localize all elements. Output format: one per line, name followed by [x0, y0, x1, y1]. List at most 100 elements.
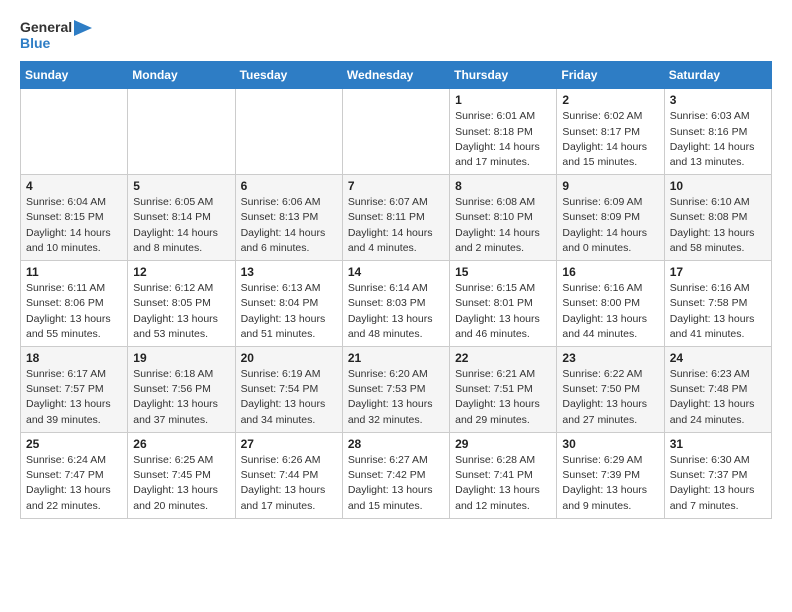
calendar-cell: 22Sunrise: 6:21 AM Sunset: 7:51 PM Dayli… [450, 347, 557, 433]
day-info: Sunrise: 6:08 AM Sunset: 8:10 PM Dayligh… [455, 195, 551, 256]
calendar-cell: 27 Sunrise: 6:26 AM Sunset: 7:44 PM Dayli… [235, 432, 342, 518]
day-info: Sunrise: 6:12 AM Sunset: 8:05 PM Dayligh… [133, 281, 229, 342]
header: General Blue [20, 16, 772, 51]
day-number: 16 [562, 265, 658, 279]
day-info: Sunrise: 6:09 AM Sunset: 8:09 PM Dayligh… [562, 195, 658, 256]
calendar-cell: 7 Sunrise: 6:07 AM Sunset: 8:11 PM Daylig… [342, 175, 449, 261]
calendar-cell: 4 Sunrise: 6:04 AM Sunset: 8:15 PM Daylig… [21, 175, 128, 261]
calendar-week-row: 25Sunrise: 6:24 AM Sunset: 7:47 PM Dayli… [21, 432, 772, 518]
calendar-cell [235, 89, 342, 175]
day-info: Sunrise: 6:15 AM Sunset: 8:01 PM Dayligh… [455, 281, 551, 342]
logo-container: General Blue [20, 20, 92, 51]
calendar-cell: 16 Sunrise: 6:16 AM Sunset: 8:00 PM Dayli… [557, 261, 664, 347]
day-info: Sunrise: 6:16 AM Sunset: 8:00 PM Dayligh… [562, 281, 658, 342]
calendar-header-monday: Monday [128, 62, 235, 89]
calendar-cell [128, 89, 235, 175]
day-number: 9 [562, 179, 658, 193]
day-number: 3 [670, 93, 766, 107]
day-info: Sunrise: 6:25 AM Sunset: 7:45 PM Dayligh… [133, 453, 229, 514]
day-number: 24 [670, 351, 766, 365]
day-number: 14 [348, 265, 444, 279]
logo-general-text: General [20, 20, 72, 35]
day-info: Sunrise: 6:07 AM Sunset: 8:11 PM Dayligh… [348, 195, 444, 256]
day-number: 15 [455, 265, 551, 279]
day-number: 28 [348, 437, 444, 451]
calendar-cell: 28 Sunrise: 6:27 AM Sunset: 7:42 PM Dayli… [342, 432, 449, 518]
calendar-cell: 2 Sunrise: 6:02 AM Sunset: 8:17 PM Daylig… [557, 89, 664, 175]
calendar-cell: 29 Sunrise: 6:28 AM Sunset: 7:41 PM Dayli… [450, 432, 557, 518]
day-number: 31 [670, 437, 766, 451]
day-info: Sunrise: 6:05 AM Sunset: 8:14 PM Dayligh… [133, 195, 229, 256]
calendar-header-wednesday: Wednesday [342, 62, 449, 89]
day-number: 1 [455, 93, 551, 107]
day-number: 19 [133, 351, 229, 365]
calendar-cell: 21 Sunrise: 6:20 AM Sunset: 7:53 PM Dayli… [342, 347, 449, 433]
day-number: 25 [26, 437, 122, 451]
calendar-cell: 25Sunrise: 6:24 AM Sunset: 7:47 PM Dayli… [21, 432, 128, 518]
day-number: 26 [133, 437, 229, 451]
calendar-week-row: 1 Sunrise: 6:01 AM Sunset: 8:18 PM Daylig… [21, 89, 772, 175]
day-info: Sunrise: 6:21 AM Sunset: 7:51 PM Dayligh… [455, 367, 551, 428]
calendar-cell: 5Sunrise: 6:05 AM Sunset: 8:14 PM Daylig… [128, 175, 235, 261]
day-number: 30 [562, 437, 658, 451]
day-info: Sunrise: 6:01 AM Sunset: 8:18 PM Dayligh… [455, 109, 551, 170]
day-info: Sunrise: 6:06 AM Sunset: 8:13 PM Dayligh… [241, 195, 337, 256]
calendar-cell: 23Sunrise: 6:22 AM Sunset: 7:50 PM Dayli… [557, 347, 664, 433]
calendar-table: SundayMondayTuesdayWednesdayThursdayFrid… [20, 61, 772, 518]
calendar-cell: 10 Sunrise: 6:10 AM Sunset: 8:08 PM Dayli… [664, 175, 771, 261]
day-info: Sunrise: 6:29 AM Sunset: 7:39 PM Dayligh… [562, 453, 658, 514]
day-info: Sunrise: 6:04 AM Sunset: 8:15 PM Dayligh… [26, 195, 122, 256]
day-info: Sunrise: 6:02 AM Sunset: 8:17 PM Dayligh… [562, 109, 658, 170]
day-number: 27 [241, 437, 337, 451]
day-number: 2 [562, 93, 658, 107]
day-number: 20 [241, 351, 337, 365]
day-number: 4 [26, 179, 122, 193]
calendar-cell: 19 Sunrise: 6:18 AM Sunset: 7:56 PM Dayli… [128, 347, 235, 433]
calendar-header-thursday: Thursday [450, 62, 557, 89]
calendar-header-friday: Friday [557, 62, 664, 89]
calendar-cell: 13Sunrise: 6:13 AM Sunset: 8:04 PM Dayli… [235, 261, 342, 347]
day-info: Sunrise: 6:14 AM Sunset: 8:03 PM Dayligh… [348, 281, 444, 342]
calendar-header-sunday: Sunday [21, 62, 128, 89]
day-info: Sunrise: 6:18 AM Sunset: 7:56 PM Dayligh… [133, 367, 229, 428]
calendar-week-row: 11 Sunrise: 6:11 AM Sunset: 8:06 PM Dayli… [21, 261, 772, 347]
calendar-header-row: SundayMondayTuesdayWednesdayThursdayFrid… [21, 62, 772, 89]
calendar-week-row: 4 Sunrise: 6:04 AM Sunset: 8:15 PM Daylig… [21, 175, 772, 261]
calendar-cell: 18Sunrise: 6:17 AM Sunset: 7:57 PM Dayli… [21, 347, 128, 433]
calendar-cell: 8 Sunrise: 6:08 AM Sunset: 8:10 PM Daylig… [450, 175, 557, 261]
day-number: 8 [455, 179, 551, 193]
day-info: Sunrise: 6:28 AM Sunset: 7:41 PM Dayligh… [455, 453, 551, 514]
day-number: 29 [455, 437, 551, 451]
day-number: 11 [26, 265, 122, 279]
day-info: Sunrise: 6:13 AM Sunset: 8:04 PM Dayligh… [241, 281, 337, 342]
day-info: Sunrise: 6:11 AM Sunset: 8:06 PM Dayligh… [26, 281, 122, 342]
day-info: Sunrise: 6:27 AM Sunset: 7:42 PM Dayligh… [348, 453, 444, 514]
calendar-cell: 20 Sunrise: 6:19 AM Sunset: 7:54 PM Dayli… [235, 347, 342, 433]
calendar-cell: 12 Sunrise: 6:12 AM Sunset: 8:05 PM Dayli… [128, 261, 235, 347]
calendar-cell [21, 89, 128, 175]
day-info: Sunrise: 6:20 AM Sunset: 7:53 PM Dayligh… [348, 367, 444, 428]
calendar-cell: 30 Sunrise: 6:29 AM Sunset: 7:39 PM Dayli… [557, 432, 664, 518]
logo-arrow-icon [74, 20, 92, 36]
day-info: Sunrise: 6:23 AM Sunset: 7:48 PM Dayligh… [670, 367, 766, 428]
calendar-cell: 1 Sunrise: 6:01 AM Sunset: 8:18 PM Daylig… [450, 89, 557, 175]
day-info: Sunrise: 6:10 AM Sunset: 8:08 PM Dayligh… [670, 195, 766, 256]
day-number: 12 [133, 265, 229, 279]
day-info: Sunrise: 6:03 AM Sunset: 8:16 PM Dayligh… [670, 109, 766, 170]
logo-blue-text: Blue [20, 36, 92, 51]
day-number: 7 [348, 179, 444, 193]
day-number: 10 [670, 179, 766, 193]
calendar-cell: 17Sunrise: 6:16 AM Sunset: 7:58 PM Dayli… [664, 261, 771, 347]
day-number: 21 [348, 351, 444, 365]
calendar-cell: 24 Sunrise: 6:23 AM Sunset: 7:48 PM Dayli… [664, 347, 771, 433]
day-info: Sunrise: 6:26 AM Sunset: 7:44 PM Dayligh… [241, 453, 337, 514]
calendar-cell: 26 Sunrise: 6:25 AM Sunset: 7:45 PM Dayli… [128, 432, 235, 518]
calendar-cell [342, 89, 449, 175]
calendar-week-row: 18Sunrise: 6:17 AM Sunset: 7:57 PM Dayli… [21, 347, 772, 433]
logo: General Blue [20, 16, 92, 51]
day-number: 6 [241, 179, 337, 193]
day-number: 18 [26, 351, 122, 365]
day-info: Sunrise: 6:19 AM Sunset: 7:54 PM Dayligh… [241, 367, 337, 428]
calendar-cell: 31Sunrise: 6:30 AM Sunset: 7:37 PM Dayli… [664, 432, 771, 518]
calendar-cell: 3 Sunrise: 6:03 AM Sunset: 8:16 PM Daylig… [664, 89, 771, 175]
